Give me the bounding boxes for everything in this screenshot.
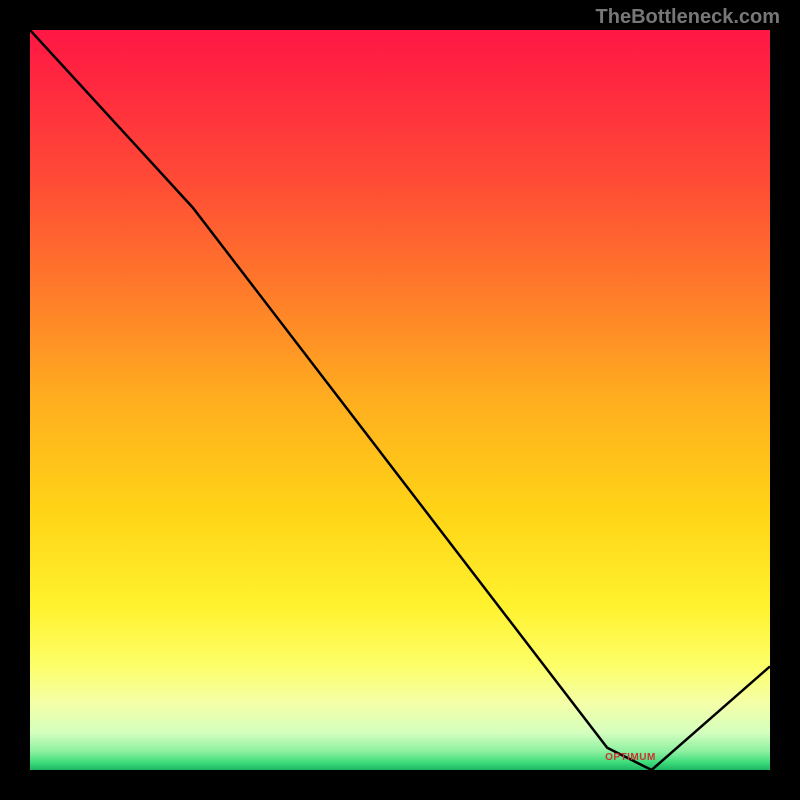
chart-container: TheBottleneck.com OPTIMUM <box>0 0 800 800</box>
optimum-label: OPTIMUM <box>605 752 656 763</box>
plot-area: OPTIMUM <box>30 30 770 770</box>
bottleneck-curve <box>30 30 770 770</box>
watermark-text: TheBottleneck.com <box>596 6 780 29</box>
